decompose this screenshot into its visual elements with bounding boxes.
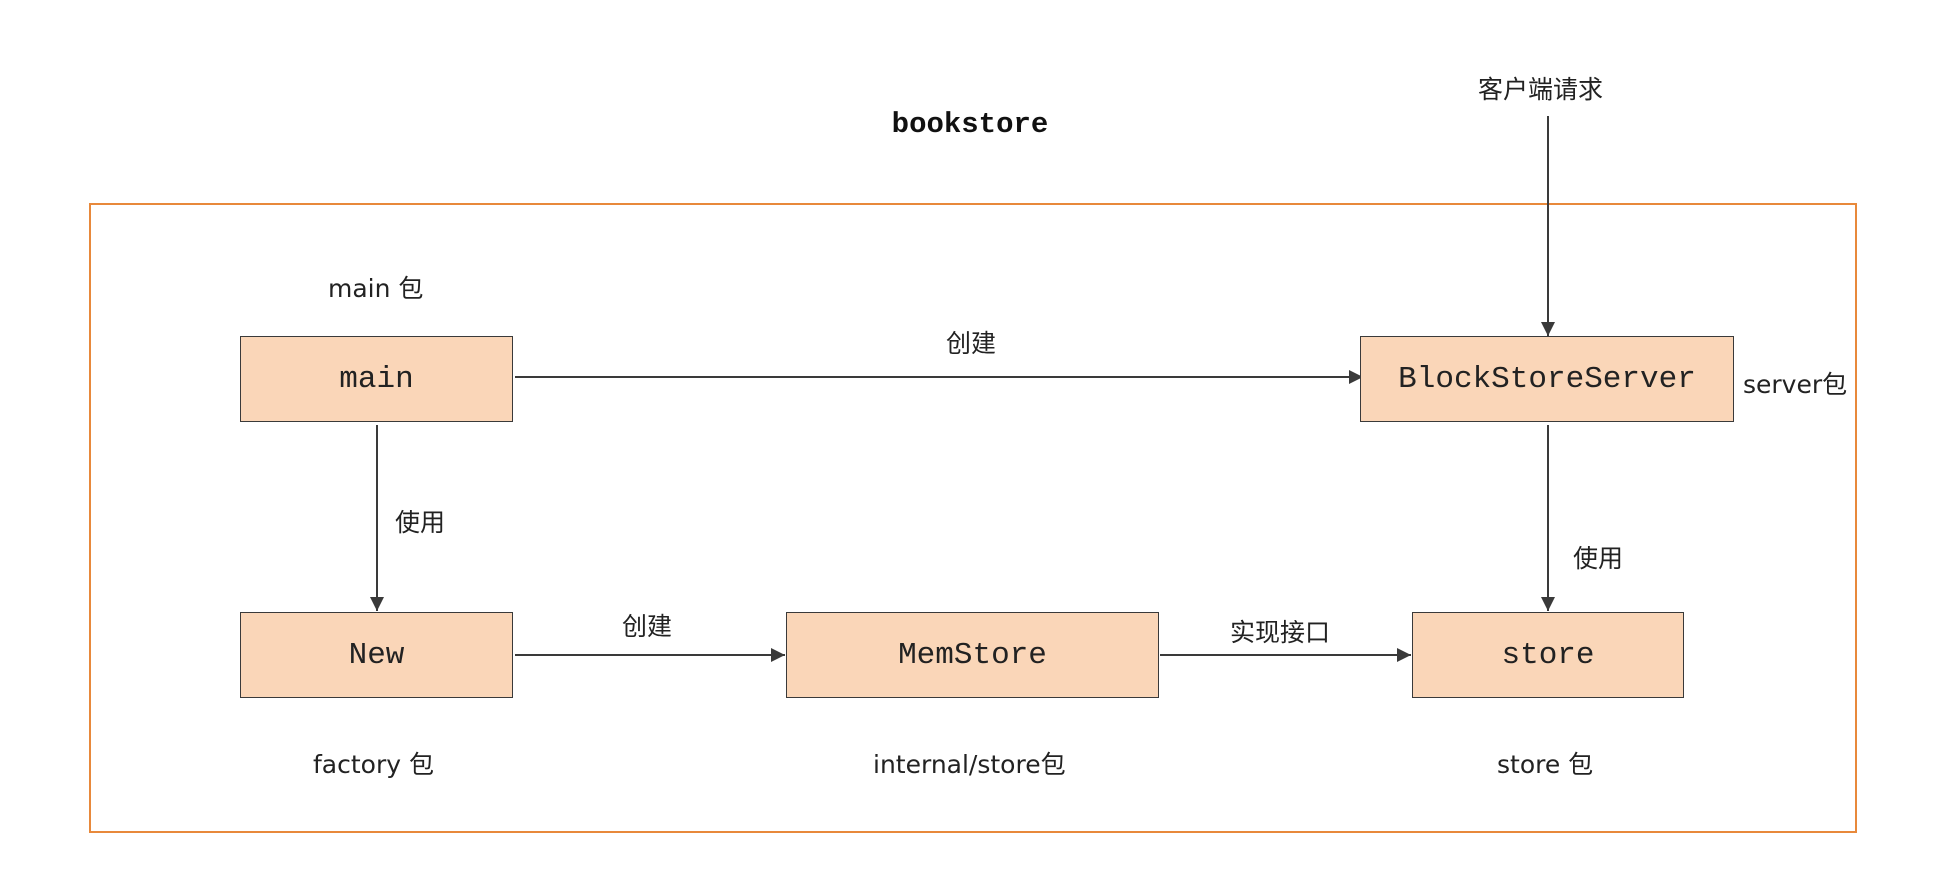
internal-store-package-label: internal/store包 (873, 750, 1066, 779)
store-package-label: store 包 (1497, 750, 1594, 779)
node-main: main (240, 336, 513, 422)
node-blockstoreserver: BlockStoreServer (1360, 336, 1734, 422)
edge-label-memstore-to-store: 实现接口 (1230, 618, 1331, 647)
node-store: store (1412, 612, 1684, 698)
edge-label-main-to-new: 使用 (395, 508, 446, 537)
server-package-label: server包 (1743, 370, 1848, 399)
node-new: New (240, 612, 513, 698)
edge-label-main-to-server: 创建 (946, 329, 997, 358)
factory-package-label: factory 包 (313, 750, 434, 779)
edge-label-server-to-store: 使用 (1573, 544, 1624, 573)
node-memstore: MemStore (786, 612, 1159, 698)
edge-label-new-to-memstore: 创建 (622, 612, 673, 641)
architecture-diagram: bookstore 客户端请求 main 包 server包 factory 包… (0, 0, 1940, 894)
main-package-label: main 包 (328, 274, 424, 303)
